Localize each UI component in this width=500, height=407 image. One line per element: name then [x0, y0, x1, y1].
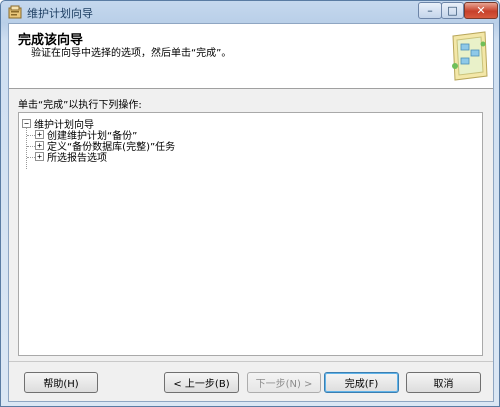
wizard-window: 维护计划向导 – □ ✕ 完成该向导 验证在向导中选择的选项，然后单击“完成”。 — [0, 0, 500, 407]
title-bar[interactable]: 维护计划向导 – □ ✕ — [1, 1, 499, 23]
actions-label: 单击“完成”以执行下列操作: — [18, 100, 142, 111]
help-button[interactable]: 帮助(H) — [24, 372, 98, 393]
expand-icon[interactable]: + — [35, 141, 44, 150]
page-subtitle: 验证在向导中选择的选项，然后单击“完成”。 — [31, 48, 232, 59]
expand-icon[interactable]: + — [35, 130, 44, 139]
footer-divider — [9, 361, 493, 362]
actions-tree[interactable]: − 维护计划向导 + 创建维护计划“备份” + 定义“备份数据库(完整)”任务 … — [18, 112, 483, 356]
app-icon — [8, 5, 22, 19]
tree-item-label: 所选报告选项 — [47, 153, 107, 164]
wizard-illustration-icon — [452, 31, 488, 81]
cancel-button[interactable]: 取消 — [406, 372, 481, 393]
tree-connector — [26, 126, 27, 169]
minimize-icon: – — [427, 4, 433, 17]
back-button[interactable]: < 上一步(B) — [164, 372, 239, 393]
window-title: 维护计划向导 — [27, 7, 93, 20]
next-button[interactable]: 下一步(N) > — [247, 372, 321, 393]
maximize-icon: □ — [447, 4, 458, 17]
wizard-client-area: 完成该向导 验证在向导中选择的选项，然后单击“完成”。 单击“完成”以执行下列操… — [8, 23, 494, 402]
finish-button[interactable]: 完成(F) — [324, 372, 399, 393]
maximize-button[interactable]: □ — [441, 2, 464, 19]
close-icon: ✕ — [476, 4, 486, 17]
expand-icon[interactable]: + — [35, 152, 44, 161]
wizard-header: 完成该向导 验证在向导中选择的选项，然后单击“完成”。 — [9, 24, 493, 89]
tree-item[interactable]: + 所选报告选项 — [35, 151, 107, 164]
collapse-icon[interactable]: − — [22, 119, 31, 128]
minimize-button[interactable]: – — [418, 2, 442, 19]
close-button[interactable]: ✕ — [464, 2, 498, 19]
